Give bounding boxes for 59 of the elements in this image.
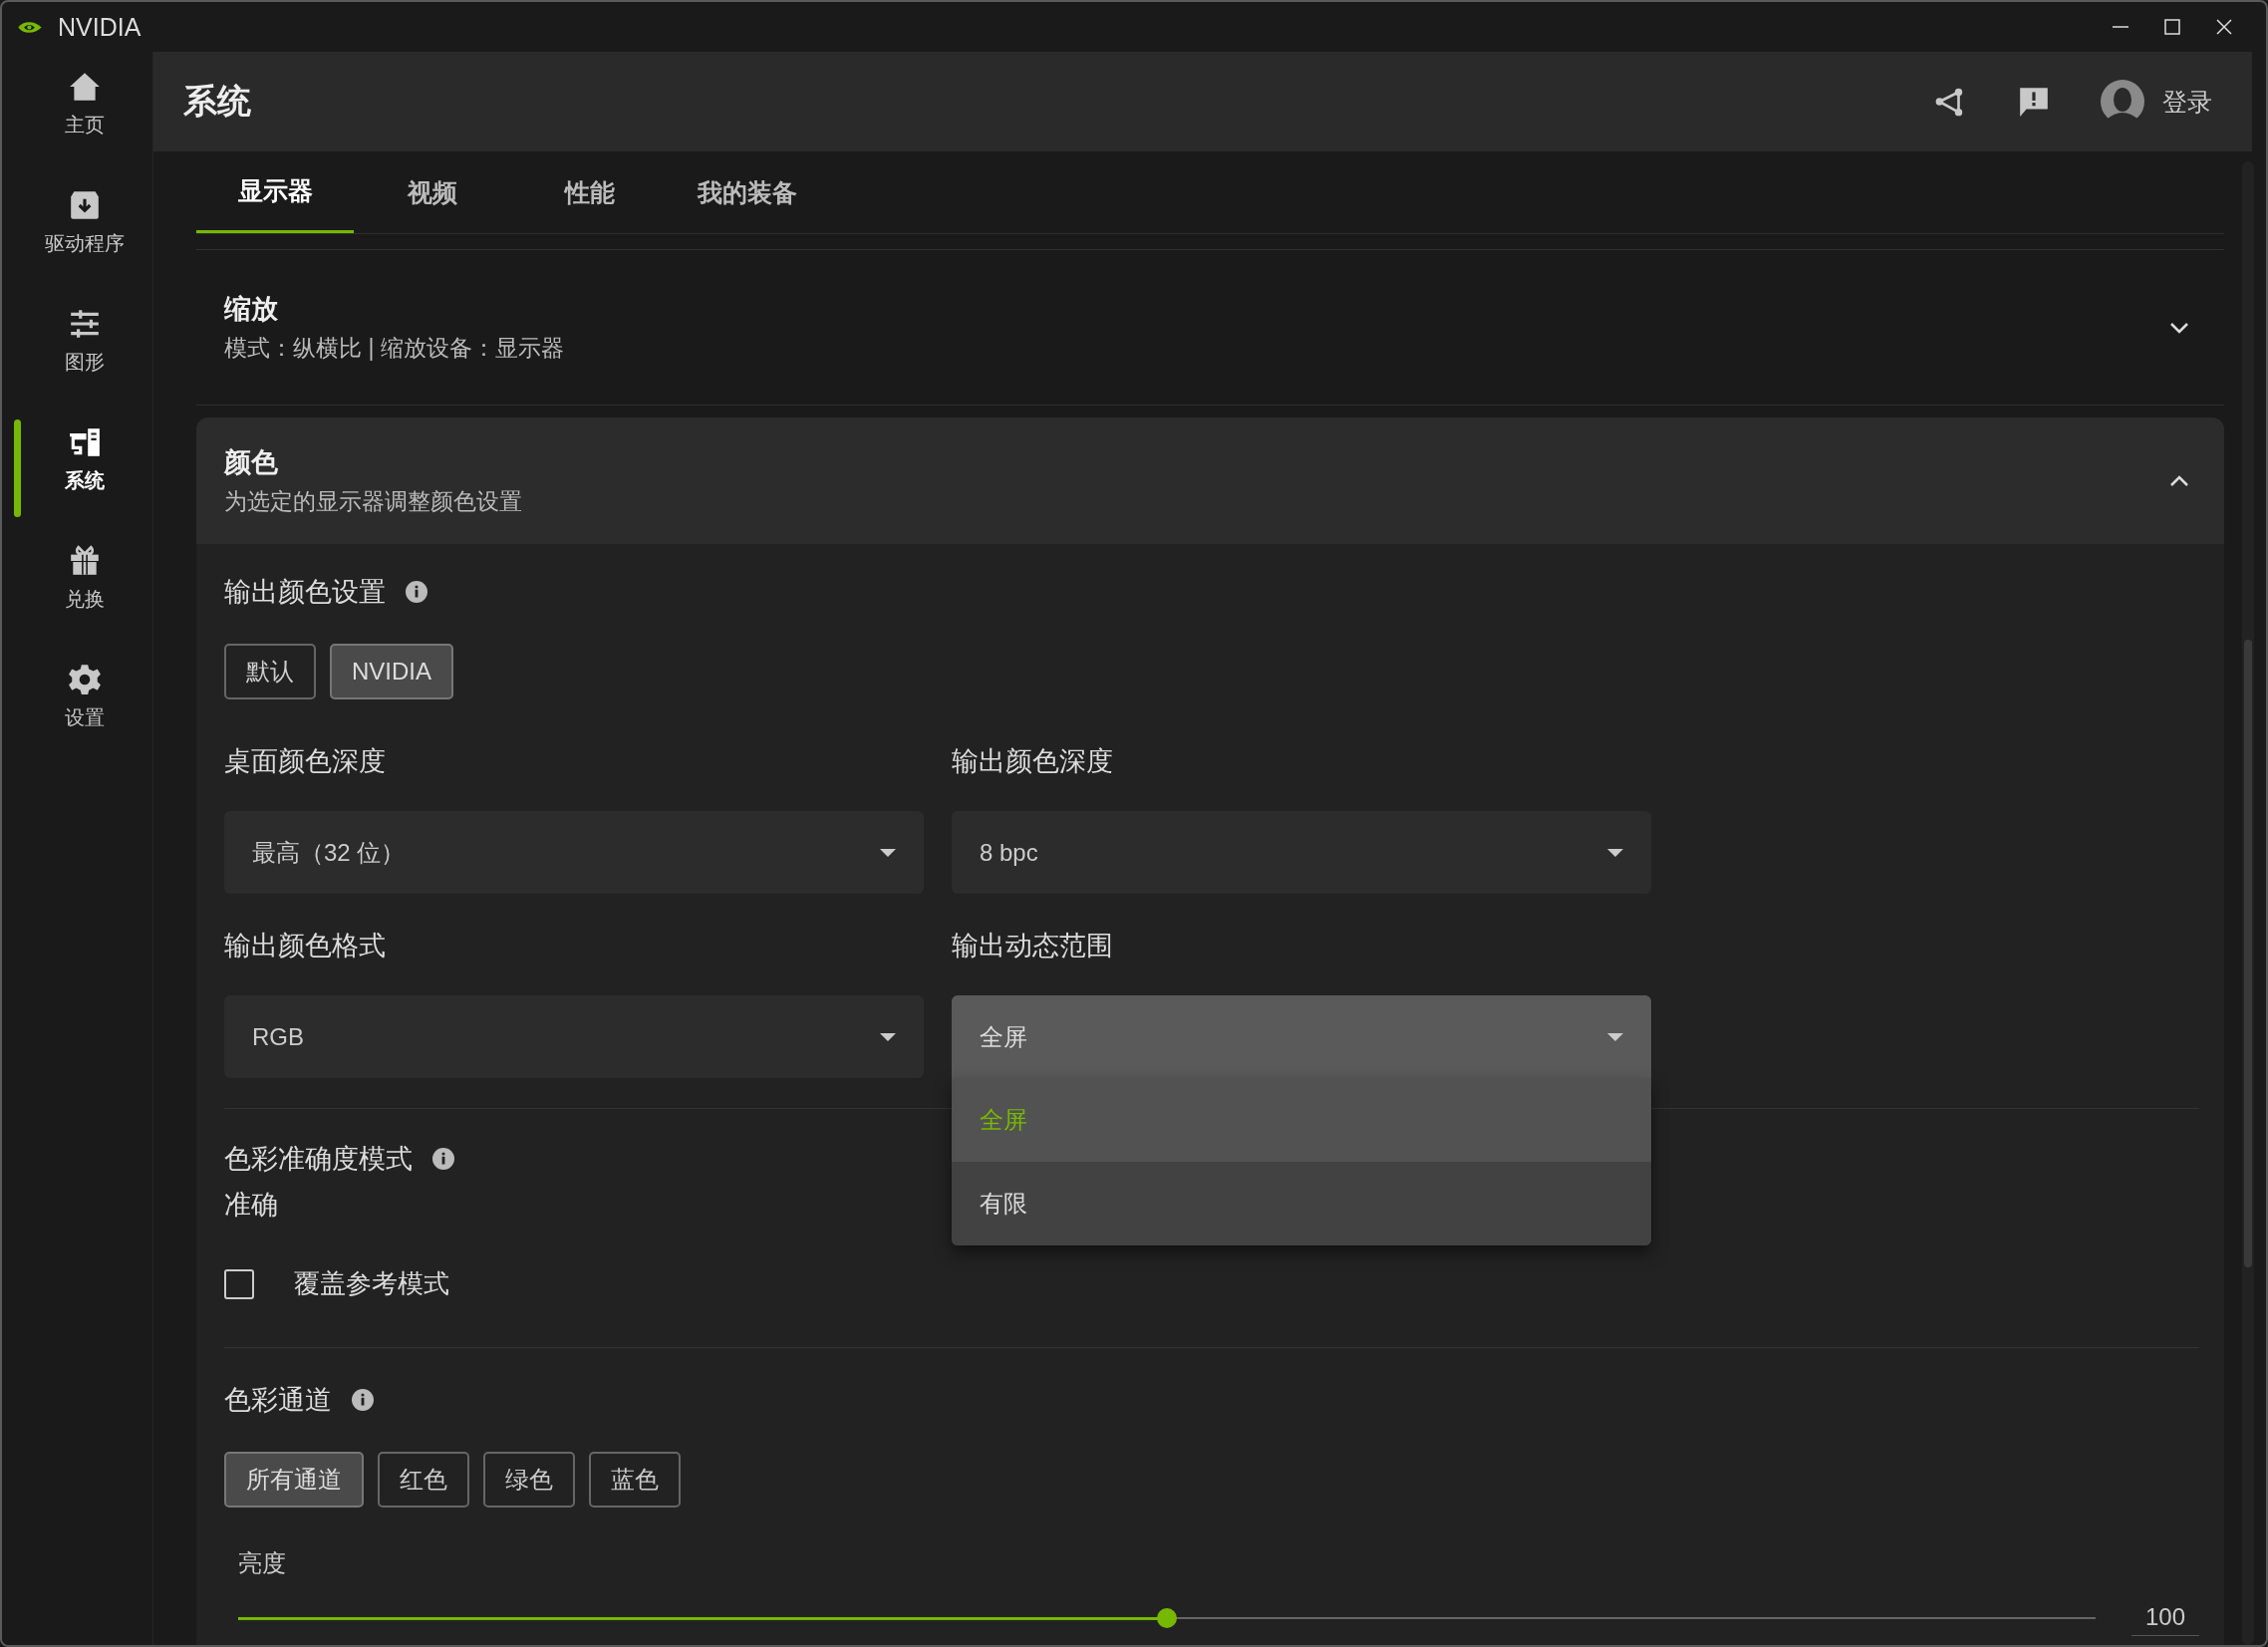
window-title: NVIDIA xyxy=(58,12,142,42)
tab[interactable]: 我的装备 xyxy=(669,151,826,233)
login-link[interactable]: 登录 xyxy=(2162,85,2212,119)
checkbox-label: 覆盖参考模式 xyxy=(294,1267,449,1300)
dropdown-label: 输出动态范围 xyxy=(952,930,1114,962)
checkbox[interactable] xyxy=(224,1268,254,1299)
sidebar-item[interactable]: 主页 xyxy=(2,70,152,188)
sidebar-item[interactable]: 设置 xyxy=(2,663,152,781)
channel-button[interactable]: 红色 xyxy=(378,1452,469,1508)
chevron-down-icon xyxy=(2169,321,2189,334)
tab[interactable]: 显示器 xyxy=(196,151,354,233)
info-icon[interactable] xyxy=(352,1389,374,1411)
dropdown-label: 输出颜色深度 xyxy=(952,745,1114,778)
section-title: 颜色 xyxy=(224,446,279,479)
info-icon[interactable] xyxy=(406,581,427,603)
computer-icon xyxy=(67,425,102,459)
section-subtitle: 模式：纵横比 | 缩放设备：显示器 xyxy=(224,334,565,363)
dropdown[interactable]: 8 bpc xyxy=(952,811,1651,894)
maximize-icon[interactable] xyxy=(2162,17,2182,37)
toggle-button[interactable]: 默认 xyxy=(224,644,316,699)
sidebar-item[interactable]: 驱动程序 xyxy=(2,188,152,307)
chevron-up-icon xyxy=(2169,474,2189,487)
dropdown[interactable]: 最高（32 位） xyxy=(224,811,924,894)
caret-icon xyxy=(880,848,896,857)
section-title: 缩放 xyxy=(224,293,279,326)
caret-icon xyxy=(1607,848,1623,857)
toggle-button[interactable]: NVIDIA xyxy=(330,644,453,699)
avatar-icon[interactable] xyxy=(2101,80,2144,124)
caret-icon xyxy=(1607,1032,1623,1041)
sidebar-item[interactable]: 系统 xyxy=(2,425,152,544)
info-icon[interactable] xyxy=(432,1148,454,1170)
close-icon[interactable] xyxy=(2214,17,2234,37)
menu-item[interactable]: 有限 xyxy=(952,1162,1651,1245)
dropdown[interactable]: RGB xyxy=(224,995,924,1078)
channel-button[interactable]: 所有通道 xyxy=(224,1452,364,1508)
dropdown-label: 输出颜色格式 xyxy=(224,930,387,962)
slider-label: 亮度 xyxy=(238,1548,287,1578)
section-subtitle: 为选定的显示器调整颜色设置 xyxy=(224,487,523,516)
caret-icon xyxy=(880,1032,896,1041)
channel-button[interactable]: 蓝色 xyxy=(589,1452,681,1508)
slider-value[interactable]: 100 xyxy=(2130,1599,2199,1636)
setting-value: 准确 xyxy=(224,1189,278,1222)
feedback-icon[interactable] xyxy=(2017,85,2051,119)
section-header[interactable]: 颜色 为选定的显示器调整颜色设置 xyxy=(196,417,2224,544)
settings-icon xyxy=(67,663,102,696)
tab[interactable]: 视频 xyxy=(354,151,511,233)
dropdown-label: 桌面颜色深度 xyxy=(224,745,387,778)
page-title: 系统 xyxy=(183,81,251,122)
sidebar-item[interactable]: 图形 xyxy=(2,307,152,425)
tab[interactable]: 性能 xyxy=(511,151,669,233)
setting-label: 输出颜色设置 xyxy=(224,576,386,609)
section-header[interactable]: 缩放 模式：纵横比 | 缩放设备：显示器 xyxy=(196,250,2224,405)
scrollbar[interactable] xyxy=(2242,161,2254,1645)
sidebar-item[interactable]: 兑换 xyxy=(2,544,152,663)
slider-thumb[interactable] xyxy=(1156,1607,1177,1628)
dropdown[interactable]: 全屏 xyxy=(952,995,1651,1078)
setting-label: 色彩通道 xyxy=(224,1384,332,1417)
channel-button[interactable]: 绿色 xyxy=(483,1452,575,1508)
setting-label: 色彩准确度模式 xyxy=(224,1143,413,1176)
